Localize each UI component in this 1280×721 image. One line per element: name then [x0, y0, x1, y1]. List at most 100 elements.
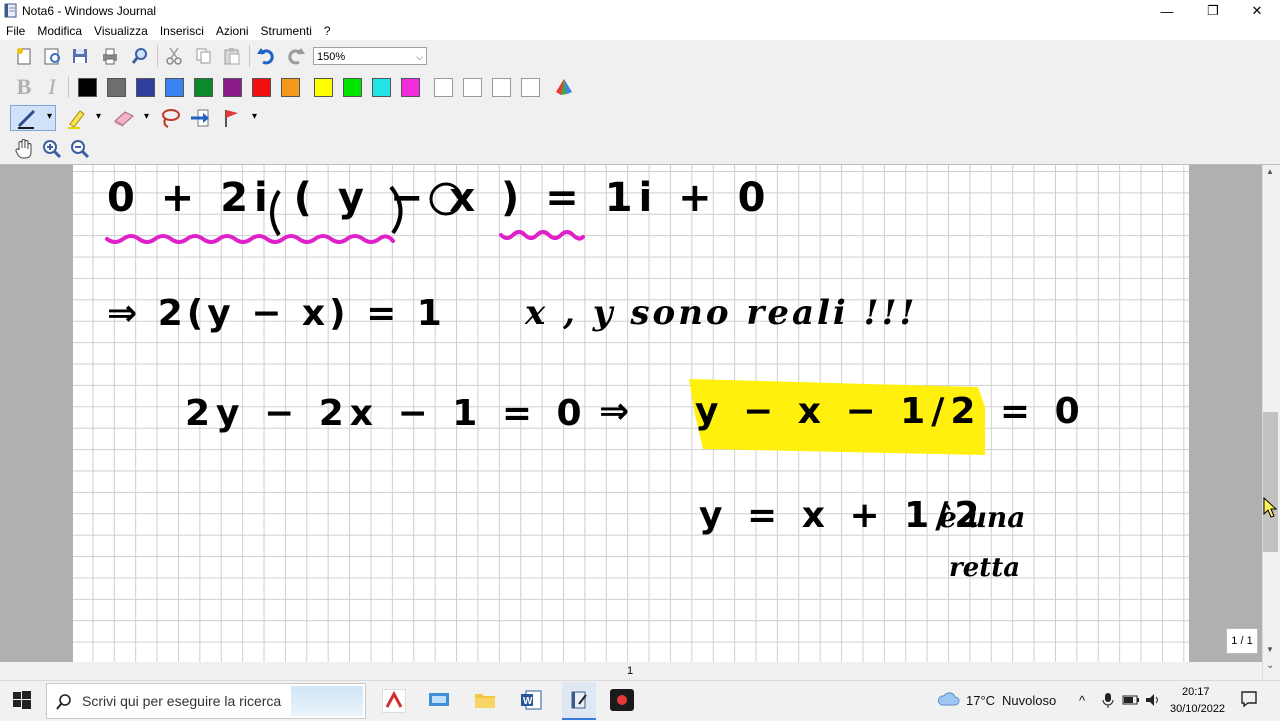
italic-button[interactable]: I	[40, 74, 64, 99]
clock-date[interactable]: 30/10/2022	[1170, 703, 1225, 715]
zoom-value: 150%	[317, 51, 346, 63]
microphone-icon[interactable]	[1102, 692, 1114, 711]
word-app-icon[interactable]: W	[520, 690, 542, 713]
avira-app-icon[interactable]	[382, 689, 406, 713]
scrollbar-thumb[interactable]	[1263, 412, 1278, 552]
new-note-icon	[17, 48, 31, 65]
tray-expand-icon[interactable]: ^	[1079, 693, 1085, 708]
copy-button[interactable]	[192, 44, 216, 68]
find-button[interactable]	[128, 44, 152, 68]
restore-button[interactable]: ❐	[1190, 0, 1236, 22]
scroll-down-icon[interactable]: ▼	[1266, 645, 1274, 654]
menu-visualizza[interactable]: Visualizza	[88, 24, 154, 38]
color-swatch[interactable]	[136, 78, 155, 97]
windows-start-icon[interactable]	[12, 690, 32, 713]
notification-icon[interactable]	[1240, 690, 1258, 711]
custom-color-swatch[interactable]	[463, 78, 482, 97]
eraser-button[interactable]	[112, 106, 136, 130]
redo-button[interactable]	[284, 44, 308, 68]
search-highlight-image	[291, 686, 363, 716]
magenta-underline-stroke	[105, 234, 395, 244]
speaker-icon[interactable]	[1144, 692, 1162, 711]
menu-help[interactable]: ?	[318, 24, 337, 38]
new-from-template-button[interactable]	[40, 44, 64, 68]
close-icon: ✕	[1251, 3, 1263, 18]
clock-time[interactable]: 20:17	[1182, 686, 1210, 698]
flag-button[interactable]	[220, 106, 244, 130]
color-swatch[interactable]	[281, 78, 300, 97]
menu-azioni[interactable]: Azioni	[210, 24, 255, 38]
find-icon	[131, 48, 147, 64]
color-swatch[interactable]	[107, 78, 126, 97]
ink-line-4-note: è una	[939, 501, 1026, 534]
menu-inserisci[interactable]: Inserisci	[154, 24, 210, 38]
highlighter-dropdown-icon[interactable]: ▾	[96, 111, 101, 122]
close-button[interactable]: ✕	[1234, 0, 1280, 22]
ink-line-2-right: x , y sono reali !!!	[525, 293, 918, 333]
custom-color-swatch[interactable]	[434, 78, 453, 97]
menu-file[interactable]: File	[0, 24, 31, 38]
color-swatch[interactable]	[314, 78, 333, 97]
zoom-in-button[interactable]	[40, 137, 64, 161]
battery-icon[interactable]	[1122, 693, 1140, 710]
paste-icon	[224, 48, 240, 65]
color-swatch[interactable]	[343, 78, 362, 97]
scroll-up-icon[interactable]: ▲	[1266, 167, 1274, 176]
taskbar-search-placeholder: Scrivi qui per eseguire la ricerca	[82, 693, 282, 709]
color-swatch[interactable]	[401, 78, 420, 97]
zoom-select[interactable]: 150% ⌵	[313, 47, 427, 65]
hand-pan-button[interactable]	[12, 137, 36, 161]
cloud-icon	[936, 691, 960, 710]
copy-icon	[196, 48, 211, 64]
recorder-app-icon[interactable]	[610, 689, 634, 711]
page-indicator: 1 / 1	[1226, 628, 1258, 654]
paste-button[interactable]	[220, 44, 244, 68]
search-icon	[56, 694, 71, 710]
save-button[interactable]	[68, 44, 92, 68]
menu-modifica[interactable]: Modifica	[31, 24, 88, 38]
print-button[interactable]	[98, 44, 122, 68]
flag-dropdown-icon[interactable]: ▾	[252, 111, 257, 122]
undo-icon	[257, 48, 274, 65]
minimize-button[interactable]: —	[1144, 0, 1190, 22]
minimize-icon: —	[1160, 3, 1174, 19]
color-swatch[interactable]	[78, 78, 97, 97]
zoom-in-icon	[43, 140, 62, 159]
color-swatch[interactable]	[223, 78, 242, 97]
color-swatch[interactable]	[194, 78, 213, 97]
print-icon	[103, 48, 117, 65]
pen-button[interactable]: ▾	[10, 105, 56, 131]
save-icon	[73, 49, 87, 63]
zoom-out-button[interactable]	[68, 137, 92, 161]
note-page[interactable]: 0 + 2i ( y − x ) = 1i + 0 ⇒ 2(y − x) = 1…	[73, 165, 1189, 662]
color-swatch[interactable]	[372, 78, 391, 97]
lasso-button[interactable]	[158, 106, 182, 130]
insert-space-button[interactable]	[188, 106, 212, 130]
custom-color-swatch[interactable]	[492, 78, 511, 97]
bold-button[interactable]: B	[12, 74, 36, 99]
file-explorer-icon[interactable]	[474, 690, 496, 713]
network-app-icon[interactable]	[428, 690, 450, 713]
pen-dropdown-icon[interactable]: ▾	[47, 111, 52, 122]
cut-button[interactable]	[162, 44, 186, 68]
menu-bar: File Modifica Visualizza Inserisci Azion…	[0, 22, 1280, 40]
color-palette-icon	[556, 79, 572, 95]
windows-journal-taskbar-button[interactable]	[562, 682, 596, 720]
new-note-button[interactable]	[12, 44, 36, 68]
weather-temperature[interactable]: 17°C	[966, 693, 995, 708]
custom-color-swatch[interactable]	[521, 78, 540, 97]
menu-strumenti[interactable]: Strumenti	[255, 24, 318, 38]
undo-button[interactable]	[254, 44, 278, 68]
color-swatch[interactable]	[252, 78, 271, 97]
weather-condition[interactable]: Nuvoloso	[1002, 693, 1056, 708]
journal-app-icon	[571, 691, 587, 709]
hand-pan-icon	[15, 139, 32, 159]
color-swatch[interactable]	[165, 78, 184, 97]
eraser-dropdown-icon[interactable]: ▾	[144, 111, 149, 122]
scroll-next-page-icon[interactable]: ⌄	[1266, 660, 1274, 671]
color-palette-button[interactable]	[552, 75, 576, 99]
window-title: Nota6 - Windows Journal	[22, 4, 157, 18]
eraser-icon	[114, 111, 134, 127]
title-bar: Nota6 - Windows Journal — ❐ ✕	[0, 0, 1280, 22]
highlighter-button[interactable]	[64, 106, 88, 130]
